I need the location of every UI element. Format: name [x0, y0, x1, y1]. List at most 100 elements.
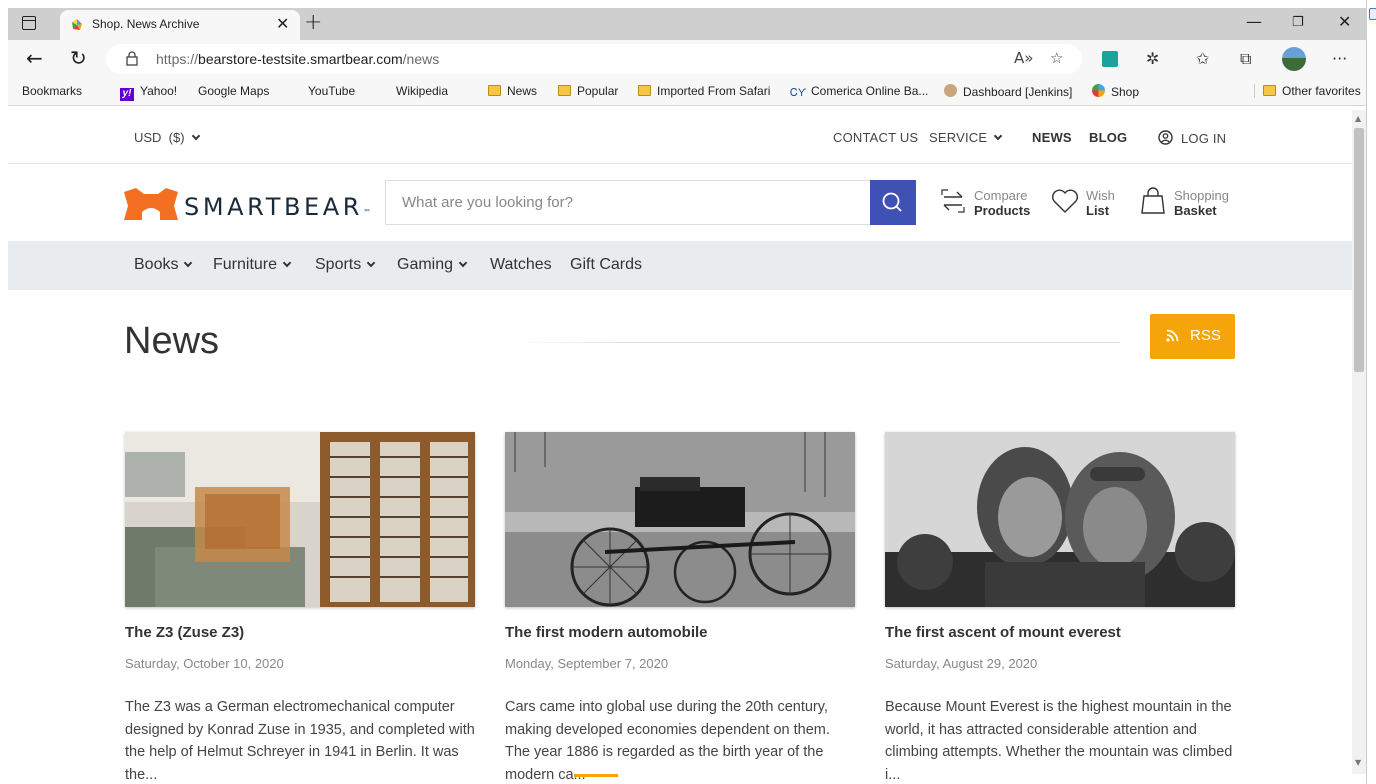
menu-gaming[interactable]: Gaming [397, 256, 468, 274]
user-icon [1158, 130, 1173, 145]
chevron-down-icon [184, 258, 193, 268]
browser-tab[interactable]: Shop. News Archive ✕ [60, 10, 300, 40]
scrollbar-thumb[interactable] [1354, 128, 1364, 372]
rss-label: RSS [1190, 327, 1221, 344]
chevron-down-icon [191, 131, 200, 141]
menu-books[interactable]: Books [134, 256, 193, 274]
brand-wordmark: SMARTBEAR™ [184, 193, 372, 221]
bookmarks-bar: Bookmarks y! Yahoo! Google Maps YouTube W… [8, 78, 1366, 207]
scroll-down-icon[interactable]: ▼ [1355, 758, 1361, 767]
menu-gift-cards[interactable]: Gift Cards [570, 256, 642, 274]
bookmark-item[interactable]: Google Maps [198, 84, 269, 207]
news-title-link[interactable]: The first ascent of mount everest [885, 624, 1121, 641]
category-menu: Books Furniture Sports Gaming Watches Gi… [8, 241, 1352, 290]
login-link[interactable]: LOG IN [1158, 130, 1226, 146]
chevron-down-icon [282, 258, 292, 268]
address-bar[interactable]: https://bearstore-testsite.smartbear.com… [106, 44, 1082, 74]
more-menu-icon[interactable]: ··· [1332, 49, 1347, 68]
back-icon[interactable]: ← [26, 46, 43, 70]
scroll-up-icon[interactable]: ▲ [1355, 114, 1361, 123]
bookmark-folder[interactable]: News [488, 84, 537, 98]
basket-label: Shopping [1174, 188, 1229, 203]
refresh-icon[interactable]: ↻ [70, 46, 87, 70]
news-link[interactable]: NEWS [1032, 130, 1072, 145]
chevron-down-icon [458, 258, 468, 268]
heart-icon [1052, 189, 1078, 213]
url-text: https://bearstore-testsite.smartbear.com… [156, 51, 440, 67]
profile-avatar[interactable] [1282, 47, 1306, 71]
news-date: Saturday, August 29, 2020 [885, 656, 1038, 671]
news-date: Monday, September 7, 2020 [505, 656, 669, 671]
compare-icon [941, 189, 965, 213]
basket-label-bold: Basket [1174, 203, 1217, 218]
folder-icon [638, 85, 651, 96]
currency-selector[interactable]: USD ($) [134, 130, 200, 145]
wish-label-bold: List [1086, 203, 1110, 218]
news-excerpt: Because Mount Everest is the highest mou… [885, 699, 1233, 783]
news-title-link[interactable]: The Z3 (Zuse Z3) [125, 624, 244, 641]
rss-button[interactable]: RSS [1150, 314, 1235, 359]
window-icon [1369, 8, 1376, 20]
new-tab-icon[interactable]: + [304, 10, 322, 35]
page-title: News [124, 320, 220, 362]
news-image[interactable] [125, 432, 475, 607]
web-page: USD ($) CONTACT US SERVICE NEWS BLOG LOG… [8, 110, 1352, 784]
news-image[interactable] [505, 432, 855, 607]
shop-icon [1092, 84, 1105, 97]
extension-icon[interactable] [1102, 51, 1118, 67]
bookmark-item[interactable]: Wikipedia [396, 84, 448, 207]
title-divider [514, 342, 1120, 343]
menu-sports[interactable]: Sports [315, 256, 376, 274]
collections-icon[interactable]: ⧉ [1240, 49, 1251, 69]
contact-us-link[interactable]: CONTACT US [833, 130, 918, 145]
bookmark-item[interactable]: Bookmarks [22, 84, 82, 207]
news-image[interactable] [885, 432, 1235, 607]
blog-link[interactable]: BLOG [1089, 130, 1127, 145]
lock-icon [126, 51, 138, 66]
page-scrollbar[interactable]: ▲ ▼ [1352, 110, 1366, 774]
service-menu[interactable]: SERVICE [929, 130, 1003, 145]
rss-icon [1166, 329, 1179, 342]
top-utility-bar: USD ($) CONTACT US SERVICE NEWS BLOG LOG… [8, 110, 1352, 164]
scroll-hint-bar [574, 774, 618, 777]
news-date: Saturday, October 10, 2020 [125, 656, 284, 671]
browser-tab-bar: Shop. News Archive ✕ + — ❐ ✕ [8, 8, 1366, 40]
bookmark-item[interactable]: Shop [1092, 84, 1139, 99]
bookmark-folder[interactable]: Popular [558, 84, 618, 98]
shop-favicon-icon [72, 19, 82, 30]
news-excerpt: The Z3 was a German electromechanical co… [125, 699, 475, 783]
favorites-icon[interactable]: ✩ [1196, 49, 1209, 68]
menu-watches[interactable]: Watches [490, 256, 552, 274]
news-excerpt: Cars came into global use during the 20t… [505, 699, 830, 783]
shopping-bag-icon [1141, 187, 1165, 214]
folder-icon [488, 85, 501, 96]
read-aloud-icon[interactable]: A» [1014, 49, 1033, 67]
add-favorite-icon[interactable]: ☆ [1050, 49, 1063, 67]
bookmark-folder[interactable]: Imported From Safari [638, 84, 770, 98]
bookmark-item[interactable]: YouTube [308, 84, 355, 207]
search-input[interactable] [386, 181, 870, 224]
other-favorites[interactable]: Other favorites [1254, 84, 1361, 98]
restore-icon[interactable]: ❐ [1292, 15, 1304, 30]
adjacent-window-edge [1366, 0, 1376, 784]
compare-label: Compare [974, 188, 1028, 203]
bear-logo-icon [124, 188, 178, 220]
compare-label-bold: Products [974, 203, 1031, 218]
minimize-icon[interactable]: — [1246, 12, 1262, 31]
wish-label: Wish [1086, 188, 1115, 203]
yahoo-icon: y! [120, 88, 134, 101]
extensions-puzzle-icon[interactable]: ✲ [1146, 49, 1159, 68]
tab-actions-icon[interactable] [22, 16, 36, 30]
bookmark-item[interactable]: Dashboard [Jenkins] [944, 84, 1072, 99]
browser-toolbar: ← ↻ https://bearstore-testsite.smartbear… [8, 40, 1366, 78]
folder-icon [558, 85, 571, 96]
tab-title: Shop. News Archive [92, 17, 200, 31]
bookmark-item[interactable]: Ꮯϒ Comerica Online Ba... [790, 84, 928, 99]
bookmark-item[interactable]: y! Yahoo! [120, 84, 177, 101]
news-title-link[interactable]: The first modern automobile [505, 624, 708, 641]
chevron-down-icon [994, 131, 1003, 141]
menu-furniture[interactable]: Furniture [213, 256, 292, 274]
close-tab-icon[interactable]: ✕ [276, 14, 289, 33]
close-window-icon[interactable]: ✕ [1338, 12, 1351, 31]
search-button[interactable] [870, 180, 916, 225]
